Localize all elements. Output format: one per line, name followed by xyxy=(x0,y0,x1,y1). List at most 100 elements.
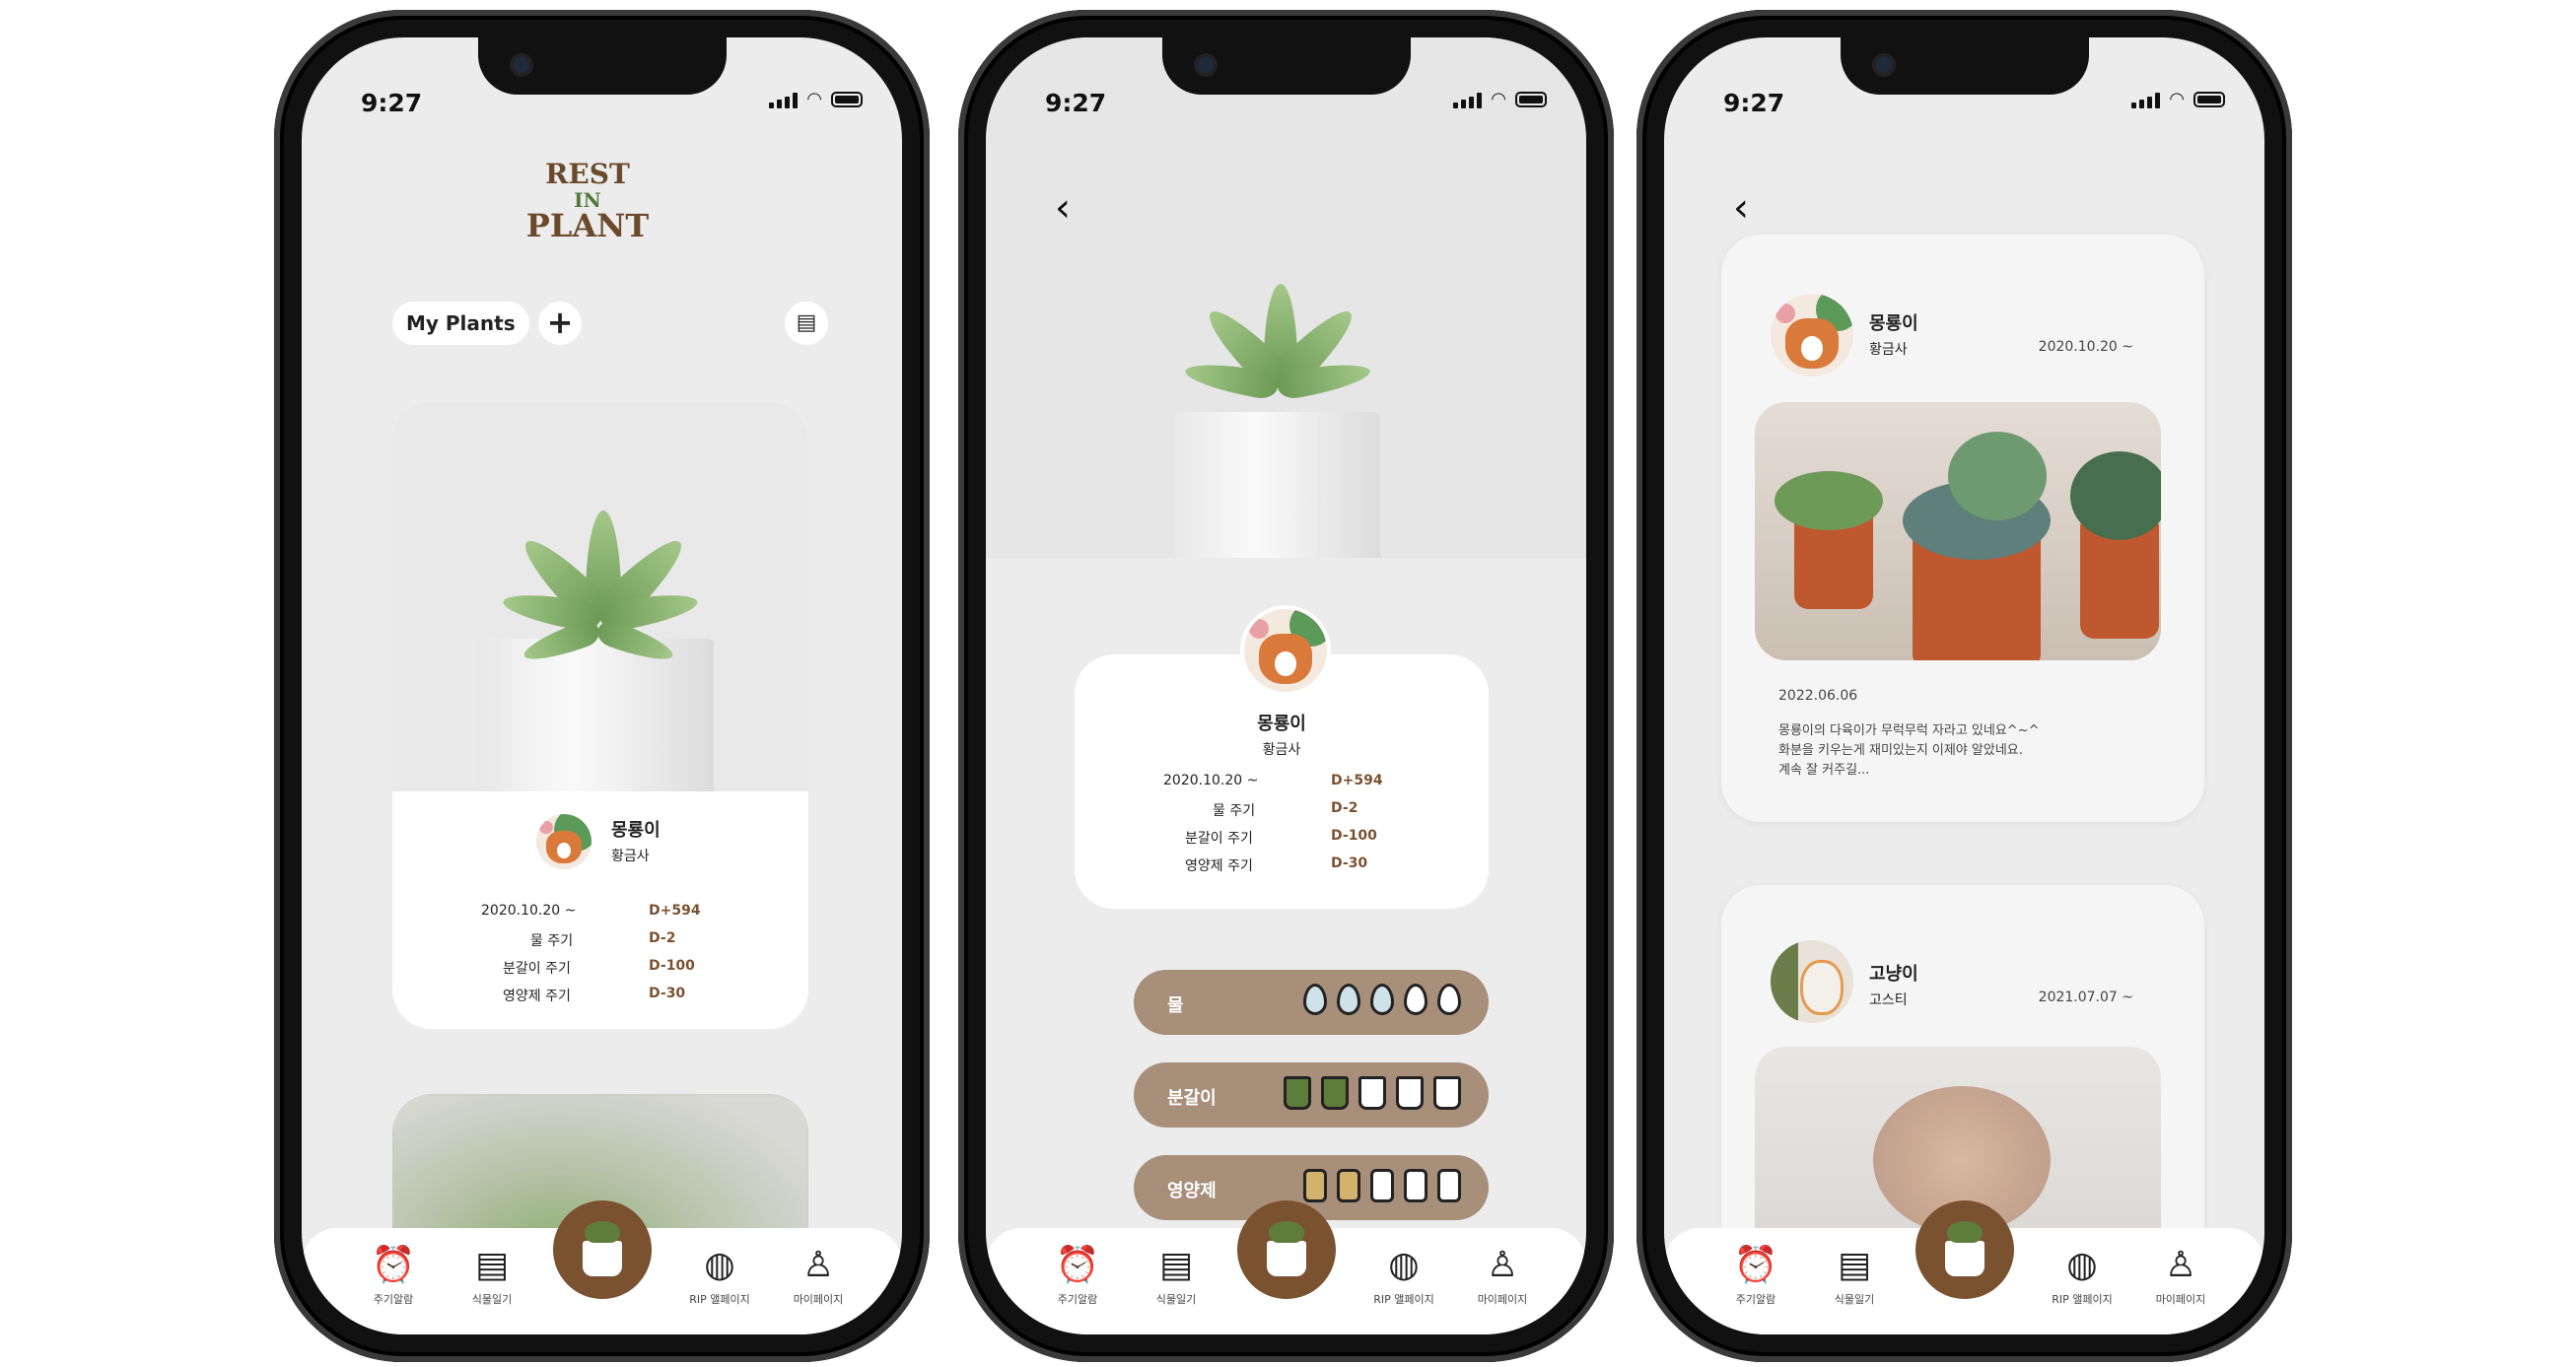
wifi-icon: ◠ xyxy=(1492,89,1505,109)
chevron-left-icon: ‹ xyxy=(1055,185,1071,231)
plant-avatar xyxy=(1771,940,1853,1023)
signal-icon xyxy=(2131,91,2161,108)
tab-mypage[interactable]: ♙ 마이페이지 xyxy=(1458,1246,1547,1307)
info-label-3: 분갈이 주기 xyxy=(1185,831,1253,847)
tab-rip-label: RIP 앨페이지 xyxy=(1373,1293,1434,1306)
phone-diary: 9:27 ◠ ‹ 몽룡이 황금사 2020.10.20 ~ 2022.06.06… xyxy=(1636,10,2292,1362)
diary-text-1: 몽룡이의 다육이가 무럭무럭 자라고 있네요^~^ xyxy=(1778,723,2040,738)
plant-avatar xyxy=(1240,605,1331,696)
diary-photo xyxy=(1755,402,2161,660)
water-drop-icon xyxy=(1437,984,1461,1015)
pot-icon xyxy=(1358,1076,1386,1110)
info-value-3: D-100 xyxy=(649,958,695,974)
info-value-1: D+594 xyxy=(1331,773,1383,788)
person-icon: ♙ xyxy=(801,1245,835,1285)
info-value-3: D-100 xyxy=(1331,828,1377,844)
info-value-4: D-30 xyxy=(1331,855,1368,871)
status-icons: ◠ xyxy=(769,89,863,109)
battery-icon xyxy=(1515,91,1547,107)
tab-diary-label: 식물일기 xyxy=(1834,1293,1875,1306)
info-label-2: 물 주기 xyxy=(1213,803,1256,819)
info-value-1: D+594 xyxy=(649,903,701,919)
list-button[interactable]: ▤ xyxy=(785,302,828,345)
battery-icon xyxy=(831,91,863,107)
tab-diary[interactable]: ▤ 식물일기 xyxy=(448,1246,536,1307)
notch xyxy=(1161,37,1411,95)
tab-diary-label: 식물일기 xyxy=(471,1293,513,1306)
tab-rip[interactable]: ◍ RIP 앨페이지 xyxy=(1359,1246,1448,1307)
tab-diary[interactable]: ▤ 식물일기 xyxy=(1810,1246,1899,1307)
tab-mypage-label: 마이페이지 xyxy=(1477,1293,1528,1306)
tab-mypage[interactable]: ♙ 마이페이지 xyxy=(2136,1246,2225,1307)
tab-diary[interactable]: ▤ 식물일기 xyxy=(1132,1246,1220,1307)
notebook-icon: ▤ xyxy=(1158,1245,1193,1285)
info-value-2: D-2 xyxy=(649,930,676,946)
jar-icon xyxy=(1303,1169,1327,1202)
status-time: 9:27 xyxy=(1045,89,1107,117)
jar-icon xyxy=(1337,1169,1360,1202)
tab-mypage[interactable]: ♙ 마이페이지 xyxy=(774,1246,863,1307)
status-icons: ◠ xyxy=(2131,89,2225,109)
notebook-icon: ▤ xyxy=(1837,1245,1871,1285)
diary-start-date: 2020.10.20 ~ xyxy=(2038,339,2133,355)
my-plants-center-button[interactable] xyxy=(552,1200,652,1299)
diary-plant-name: 고냥이 xyxy=(1869,964,1918,985)
info-label-4: 영양제 주기 xyxy=(1185,858,1253,874)
add-plant-button[interactable]: + xyxy=(538,302,582,345)
battery-icon xyxy=(2193,91,2225,107)
pot-icon xyxy=(1433,1076,1461,1110)
tab-rip[interactable]: ◍ RIP 앨페이지 xyxy=(675,1246,764,1307)
tab-alarm-label: 주기알람 xyxy=(1057,1293,1098,1306)
tab-mypage-label: 마이페이지 xyxy=(793,1293,844,1306)
tab-alarm[interactable]: ⏰ 주기알람 xyxy=(1711,1246,1800,1307)
tab-rip-label: RIP 앨페이지 xyxy=(2052,1293,2113,1306)
diary-text-2: 화분을 키우는게 재미있는지 이제야 알았네요. xyxy=(1778,743,2023,758)
status-icons: ◠ xyxy=(1453,89,1547,109)
tab-alarm[interactable]: ⏰ 주기알람 xyxy=(1033,1246,1122,1307)
plant-card[interactable]: 몽룡이 황금사 2020.10.20 ~ D+594 물 주기 D-2 분갈이 … xyxy=(392,402,808,1029)
info-value-4: D-30 xyxy=(649,986,686,1001)
plant-name: 몽룡이 xyxy=(1257,714,1306,734)
back-button[interactable]: ‹ xyxy=(1055,185,1071,231)
nutrient-level xyxy=(1303,1169,1461,1202)
potted-plant-icon xyxy=(1944,1221,1984,1276)
care-repot[interactable]: 분갈이 xyxy=(1134,1062,1489,1128)
tab-alarm[interactable]: ⏰ 주기알람 xyxy=(349,1246,438,1307)
tab-rip[interactable]: ◍ RIP 앨페이지 xyxy=(2038,1246,2126,1307)
globe-icon: ◍ xyxy=(1388,1245,1420,1285)
diary-plant-species: 황금사 xyxy=(1869,342,1908,358)
notebook-icon: ▤ xyxy=(796,310,817,335)
jar-icon xyxy=(1370,1169,1394,1202)
info-label-1: 2020.10.20 ~ xyxy=(481,903,577,919)
info-label-3: 분갈이 주기 xyxy=(503,961,571,977)
back-button[interactable]: ‹ xyxy=(1733,185,1749,231)
potted-plant-icon xyxy=(1266,1221,1306,1276)
care-nutrient-label: 영양제 xyxy=(1167,1181,1217,1201)
diary-text-3: 계속 잘 커주길... xyxy=(1778,763,1870,778)
alarm-clock-icon: ⏰ xyxy=(1733,1245,1778,1285)
info-label-4: 영양제 주기 xyxy=(503,989,571,1004)
notch xyxy=(1840,37,2089,95)
care-repot-label: 분갈이 xyxy=(1167,1088,1217,1109)
water-drop-icon xyxy=(1303,984,1327,1015)
diary-plant-species: 고스티 xyxy=(1869,992,1908,1008)
plant-species: 황금사 xyxy=(611,849,650,864)
plant-avatar xyxy=(536,814,592,869)
person-icon: ♙ xyxy=(2164,1245,2197,1285)
tab-diary-label: 식물일기 xyxy=(1155,1293,1197,1306)
jar-icon xyxy=(1437,1169,1461,1202)
detail-screen: 9:27 ◠ ‹ 몽룡이 황금사 2020.10.20 ~ D+594 물 주기… xyxy=(986,37,1586,1334)
globe-icon: ◍ xyxy=(2066,1245,2098,1285)
diary-entry-1[interactable]: 몽룡이 황금사 2020.10.20 ~ 2022.06.06 몽룡이의 다육이… xyxy=(1721,235,2204,822)
care-water[interactable]: 물 xyxy=(1134,970,1489,1035)
info-value-2: D-2 xyxy=(1331,800,1358,816)
globe-icon: ◍ xyxy=(704,1245,735,1285)
phone-home: 9:27 ◠ REST IN PLANT My Plants + ▤ 몽룡이 황… xyxy=(274,10,930,1362)
diary-screen: 9:27 ◠ ‹ 몽룡이 황금사 2020.10.20 ~ 2022.06.06… xyxy=(1664,37,2264,1334)
my-plants-button[interactable]: My Plants xyxy=(392,302,529,345)
tab-alarm-label: 주기알람 xyxy=(1735,1293,1776,1306)
person-icon: ♙ xyxy=(1486,1245,1519,1285)
my-plants-center-button[interactable] xyxy=(1915,1200,2014,1299)
my-plants-center-button[interactable] xyxy=(1236,1200,1336,1299)
notch xyxy=(477,37,727,95)
